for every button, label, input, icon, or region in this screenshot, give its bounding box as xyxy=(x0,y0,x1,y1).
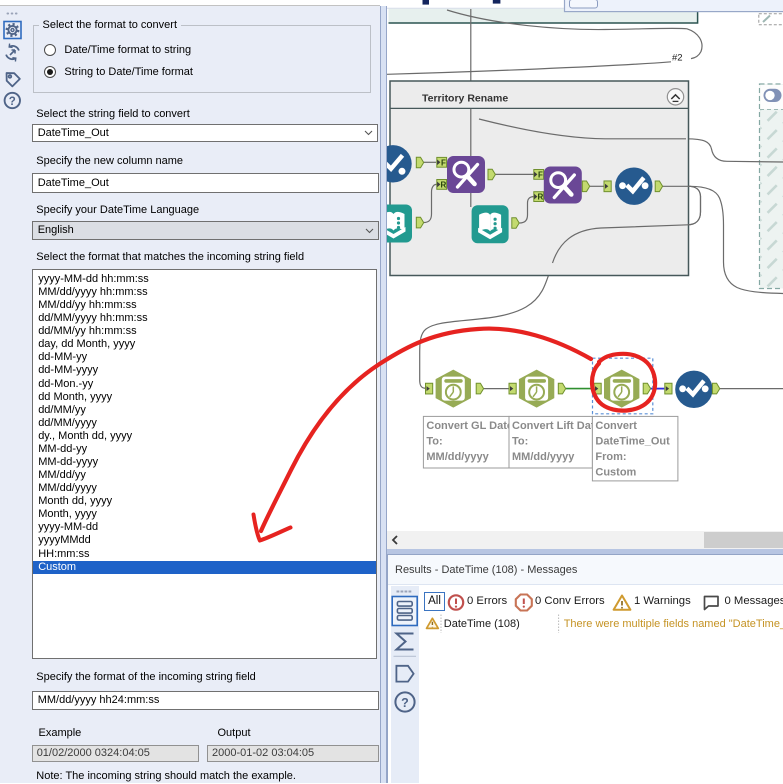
svg-text:Convert GL Date: Convert GL Date xyxy=(426,420,513,432)
svg-text:R: R xyxy=(441,181,447,190)
svg-text:From:: From: xyxy=(595,451,626,463)
svg-text:Territory Rename: Territory Rename xyxy=(422,92,508,104)
svg-text:Convert Lift Date: Convert Lift Date xyxy=(512,420,601,432)
svg-text:F: F xyxy=(538,171,543,180)
svg-text:DateTime_Out: DateTime_Out xyxy=(595,435,670,447)
svg-text:MM/dd/yyyy: MM/dd/yyyy xyxy=(512,451,575,463)
svg-text:Custom: Custom xyxy=(595,466,636,478)
svg-text:Convert: Convert xyxy=(595,420,637,432)
svg-text:F: F xyxy=(441,158,446,167)
svg-text:To:: To: xyxy=(426,435,442,447)
svg-text:MM/dd/yyyy: MM/dd/yyyy xyxy=(426,451,489,463)
svg-text:#2: #2 xyxy=(672,53,683,64)
svg-text:?: ? xyxy=(401,696,409,710)
svg-text:?: ? xyxy=(9,96,16,108)
svg-text:To:: To: xyxy=(512,435,528,447)
svg-text:R: R xyxy=(538,193,544,202)
